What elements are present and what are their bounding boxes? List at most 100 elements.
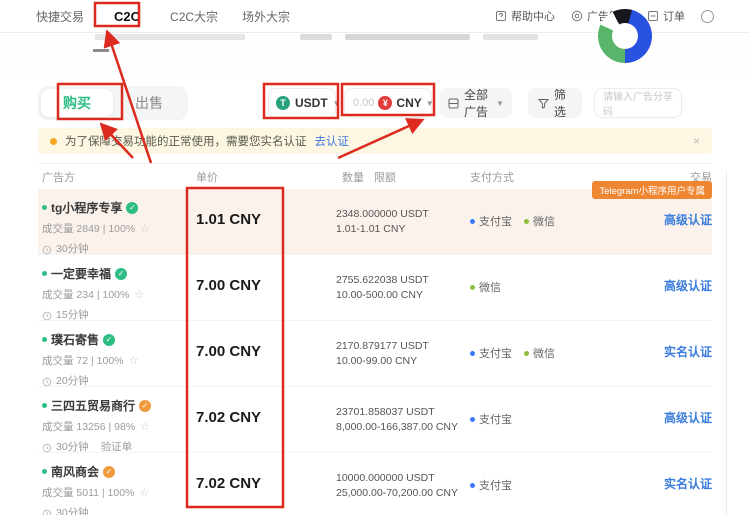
amount-cell: 2348.000000 USDT 1.01-1.01 CNY bbox=[284, 189, 464, 258]
filter-button-label: 筛选 bbox=[554, 86, 572, 120]
payment-method: 支付宝 bbox=[470, 213, 512, 229]
verify-action-link[interactable]: 高级认证 bbox=[664, 279, 712, 293]
close-icon[interactable]: × bbox=[693, 134, 700, 148]
nav-item-otc-block[interactable]: 场外大宗 bbox=[242, 8, 290, 25]
amount-cell: 2170.879177 USDT 10.00-99.00 CNY bbox=[284, 321, 464, 390]
price-value: 7.02 CNY bbox=[196, 475, 261, 492]
available-amount: 10000.000000 USDT bbox=[336, 471, 464, 486]
chevron-down-icon: ▼ bbox=[426, 99, 434, 108]
merchant-badge-icon: ✓ bbox=[115, 268, 127, 280]
help-icon bbox=[495, 10, 507, 22]
banner-faded-text bbox=[95, 34, 245, 40]
funnel-icon bbox=[538, 98, 549, 109]
payment-method: 支付宝 bbox=[470, 477, 512, 493]
usdt-coin-icon: T bbox=[276, 96, 290, 110]
ad-type-select[interactable]: 全部广告 ▼ bbox=[440, 88, 512, 118]
price-cell: 7.02 CNY bbox=[188, 453, 284, 515]
order-limit: 10.00-99.00 CNY bbox=[336, 354, 464, 369]
merchant-badge-icon: ✓ bbox=[103, 334, 115, 346]
merchant-name[interactable]: 南风商会 bbox=[51, 463, 99, 480]
profile-avatar-icon[interactable] bbox=[701, 10, 714, 23]
payment-cell: 微信 bbox=[464, 255, 604, 324]
clock-icon bbox=[42, 443, 52, 453]
verify-action-link[interactable]: 高级认证 bbox=[664, 213, 712, 227]
warning-dot-icon bbox=[50, 138, 57, 145]
price-value: 7.00 CNY bbox=[196, 343, 261, 360]
verify-action-link[interactable]: 高级认证 bbox=[664, 411, 712, 425]
price-value: 1.01 CNY bbox=[196, 211, 261, 228]
table-body: tg小程序专享 ✓ 成交量 2849 | 100% ☆ 30分钟 1.01 CN… bbox=[38, 189, 712, 515]
table-row: 一定要幸福 ✓ 成交量 234 | 100% ☆ 15分钟 7.00 CNY 2… bbox=[38, 255, 712, 321]
banner-faded-text bbox=[345, 34, 470, 40]
online-dot-icon bbox=[42, 271, 47, 276]
merchant-badge-icon: ✓ bbox=[139, 400, 151, 412]
price-cell: 7.00 CNY bbox=[188, 255, 284, 324]
payment-dot-icon bbox=[524, 219, 529, 224]
star-icon[interactable]: ☆ bbox=[140, 222, 150, 235]
crypto-select-value: USDT bbox=[295, 96, 328, 110]
star-icon[interactable]: ☆ bbox=[140, 420, 150, 433]
star-icon[interactable]: ☆ bbox=[139, 486, 149, 499]
buy-tab[interactable]: 购买 bbox=[41, 89, 113, 117]
amount-input-group[interactable]: 0.00 ¥ CNY ▼ bbox=[344, 88, 432, 118]
nav-item-c2c-block[interactable]: C2C大宗 bbox=[170, 8, 218, 25]
verify-action-link[interactable]: 实名认证 bbox=[664, 477, 712, 491]
available-amount: 23701.858037 USDT bbox=[336, 405, 464, 420]
payment-dot-icon bbox=[470, 219, 475, 224]
header-price: 单价 bbox=[188, 169, 284, 185]
help-center-link[interactable]: 帮助中心 bbox=[495, 8, 555, 24]
merchant-name[interactable]: 璞石寄售 bbox=[51, 331, 99, 348]
online-dot-icon bbox=[42, 403, 47, 408]
amount-cell: 2755.622038 USDT 10.00-500.00 CNY bbox=[284, 255, 464, 324]
payment-method: 微信 bbox=[524, 213, 555, 229]
ads-table: 广告方 单价 数量 限额 支付方式 交易 tg小程序专享 ✓ 成交量 2849 … bbox=[38, 163, 712, 515]
merchant-name[interactable]: 三四五贸易商行 bbox=[51, 397, 135, 414]
clock-icon bbox=[42, 509, 52, 515]
chevron-down-icon: ▼ bbox=[496, 99, 504, 108]
amount-input[interactable]: 0.00 bbox=[353, 97, 374, 109]
header-payment: 支付方式 bbox=[464, 169, 604, 185]
merchant-volume: 成交量 2849 | 100% bbox=[42, 221, 135, 236]
notice-text: 为了保障交易功能的正常使用，需要您实名认证 bbox=[65, 133, 307, 149]
order-limit: 25,000.00-70,200.00 CNY bbox=[336, 486, 464, 501]
online-dot-icon bbox=[42, 205, 47, 210]
merchant-volume: 成交量 72 | 100% bbox=[42, 353, 124, 368]
table-row: 三四五贸易商行 ✓ 成交量 13256 | 98% ☆ 30分钟 验证单 7.0… bbox=[38, 387, 712, 453]
share-code-placeholder: 请输入广告分享码 bbox=[603, 88, 673, 118]
verification-notice: 为了保障交易功能的正常使用，需要您实名认证 去认证 × bbox=[38, 128, 712, 154]
banner-logo bbox=[598, 9, 652, 63]
merchant-name[interactable]: tg小程序专享 bbox=[51, 199, 122, 216]
filter-button[interactable]: 筛选 bbox=[528, 88, 582, 118]
price-value: 7.00 CNY bbox=[196, 277, 261, 294]
online-dot-icon bbox=[42, 337, 47, 342]
merchant-name[interactable]: 一定要幸福 bbox=[51, 265, 111, 282]
divider bbox=[726, 170, 727, 515]
crypto-select[interactable]: T USDT ▼ bbox=[268, 88, 336, 118]
star-icon[interactable]: ☆ bbox=[134, 288, 144, 301]
amount-cell: 23701.858037 USDT 8,000.00-166,387.00 CN… bbox=[284, 387, 464, 456]
amount-cell: 10000.000000 USDT 25,000.00-70,200.00 CN… bbox=[284, 453, 464, 515]
star-icon[interactable]: ☆ bbox=[129, 354, 139, 367]
nav-item-c2c[interactable]: C2C bbox=[108, 9, 146, 24]
cny-coin-icon: ¥ bbox=[378, 96, 392, 110]
clock-icon bbox=[42, 311, 52, 321]
go-verify-link[interactable]: 去认证 bbox=[315, 133, 350, 149]
payment-dot-icon bbox=[470, 483, 475, 488]
payment-method: 微信 bbox=[524, 345, 555, 361]
order-doc-icon bbox=[647, 10, 659, 22]
share-code-input[interactable]: 请输入广告分享码 bbox=[594, 88, 682, 118]
table-row: 璞石寄售 ✓ 成交量 72 | 100% ☆ 20分钟 7.00 CNY 217… bbox=[38, 321, 712, 387]
order-limit: 1.01-1.01 CNY bbox=[336, 222, 464, 237]
price-value: 7.02 CNY bbox=[196, 409, 261, 426]
buy-sell-toggle: 购买 出售 bbox=[38, 86, 188, 120]
order-limit: 10.00-500.00 CNY bbox=[336, 288, 464, 303]
verify-action-link[interactable]: 实名认证 bbox=[664, 345, 712, 359]
nav-item-quick-trade[interactable]: 快捷交易 bbox=[36, 8, 84, 25]
release-time: 30分钟 bbox=[56, 505, 89, 515]
megaphone-icon bbox=[571, 10, 583, 22]
sell-tab[interactable]: 出售 bbox=[113, 89, 185, 117]
table-row: 南风商会 ✓ 成交量 5011 | 100% ☆ 30分钟 7.02 CNY 1… bbox=[38, 453, 712, 515]
clock-icon bbox=[42, 377, 52, 387]
orders-link[interactable]: 订单 bbox=[647, 8, 685, 24]
banner-dash bbox=[93, 49, 109, 52]
